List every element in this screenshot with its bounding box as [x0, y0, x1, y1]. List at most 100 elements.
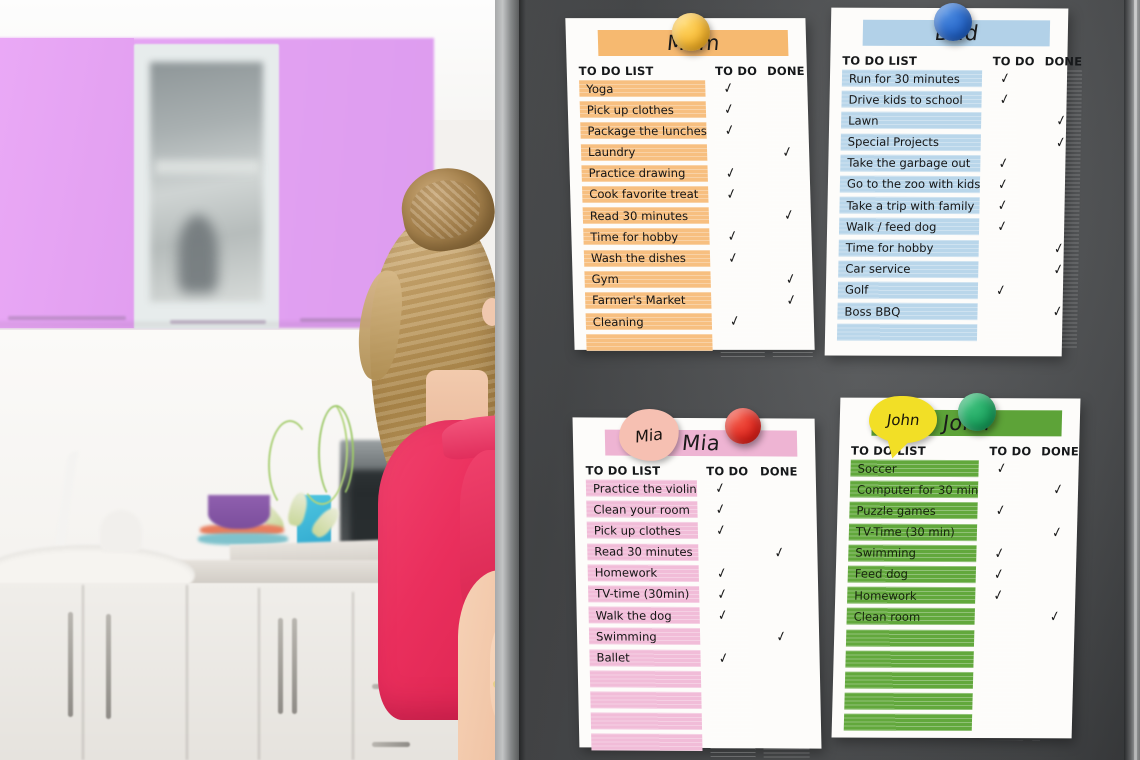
done-column[interactable]: ✓ ✓ ✓ ✓ [765, 80, 813, 360]
task-row[interactable]: Walk / feed dog [838, 217, 980, 236]
checkmark-icon[interactable]: ✓ [997, 175, 1009, 194]
fridge-door-edge-handle[interactable] [495, 0, 519, 760]
checkmark-icon[interactable]: ✓ [714, 500, 727, 519]
task-row[interactable]: Run for 30 minutes [841, 69, 983, 88]
checkmark-icon[interactable]: ✓ [717, 648, 730, 667]
task-row[interactable]: Car service [838, 260, 979, 278]
task-row[interactable]: Pick up clothes [586, 521, 698, 540]
checkmark-icon[interactable]: ✓ [785, 269, 798, 288]
checkmark-icon[interactable]: ✓ [999, 90, 1011, 109]
task-row[interactable]: Feed dog [847, 565, 977, 584]
checkmark-icon[interactable]: ✓ [725, 184, 738, 203]
task-row[interactable] [586, 334, 713, 352]
task-row[interactable]: Walk the dog [588, 606, 700, 625]
checkmark-icon[interactable]: ✓ [996, 459, 1008, 478]
checkmark-icon[interactable]: ✓ [773, 542, 786, 561]
checkmark-icon[interactable]: ✓ [715, 563, 728, 582]
checkmark-icon[interactable]: ✓ [997, 217, 1009, 236]
task-row[interactable]: Pick up clothes [579, 101, 707, 119]
done-column[interactable]: ✓ ✓ [758, 480, 810, 760]
task-row[interactable]: Cleaning [585, 313, 713, 331]
task-row[interactable] [836, 323, 978, 342]
checkmark-icon[interactable]: ✓ [1053, 260, 1065, 279]
checkmark-icon[interactable]: ✓ [723, 121, 736, 140]
task-row[interactable]: Cook favorite treat [582, 185, 709, 203]
task-row[interactable] [844, 692, 973, 711]
task-row[interactable]: Swimming [588, 627, 700, 646]
checkmark-icon[interactable]: ✓ [998, 153, 1010, 172]
task-row[interactable] [591, 733, 703, 752]
task-row[interactable] [843, 713, 973, 732]
checkmark-icon[interactable]: ✓ [785, 290, 798, 309]
checkmark-icon[interactable]: ✓ [729, 312, 742, 331]
task-row[interactable]: Take a trip with family [839, 196, 981, 215]
checkmark-icon[interactable]: ✓ [723, 100, 736, 119]
task-row[interactable]: Practice the violin [585, 479, 697, 498]
task-row[interactable]: Read 30 minutes [582, 207, 710, 225]
task-row[interactable]: TV-Time (30 min) [848, 523, 978, 541]
task-row[interactable]: Soccer [850, 459, 980, 478]
checklist-sheet-mom[interactable]: MomTO DO LISTYogaPick up clothesPackage … [565, 18, 815, 360]
checkmark-icon[interactable]: ✓ [999, 69, 1011, 88]
checkmark-icon[interactable]: ✓ [783, 206, 796, 225]
round-magnet-red-icon[interactable] [725, 408, 761, 444]
checkmark-icon[interactable]: ✓ [994, 543, 1006, 562]
task-row[interactable] [845, 629, 975, 647]
task-row[interactable]: Puzzle games [849, 502, 978, 520]
task-row[interactable] [845, 650, 975, 668]
round-magnet-green-icon[interactable] [958, 393, 996, 431]
checkmark-icon[interactable]: ✓ [995, 501, 1007, 520]
task-row[interactable]: Homework [847, 586, 976, 605]
task-row[interactable]: TV-time (30min) [588, 585, 700, 603]
done-column[interactable]: ✓ ✓ ✓ ✓ ✓ [1037, 70, 1083, 351]
checkmark-icon[interactable]: ✓ [713, 479, 726, 498]
task-row[interactable]: Yoga [579, 80, 706, 98]
task-row[interactable]: Gym [584, 270, 712, 288]
task-row[interactable] [590, 712, 702, 731]
task-row[interactable]: Boss BBQ [837, 302, 979, 321]
checkmark-icon[interactable]: ✓ [725, 163, 738, 182]
done-column[interactable]: ✓ ✓ ✓ [1031, 460, 1079, 740]
checkmark-icon[interactable]: ✓ [1056, 111, 1068, 130]
task-row[interactable] [844, 671, 974, 689]
checkmark-icon[interactable]: ✓ [727, 248, 740, 267]
task-row[interactable]: Homework [587, 564, 699, 582]
task-row[interactable]: Package the lunches [580, 122, 708, 140]
task-row[interactable]: Go to the zoo with kids [839, 175, 981, 194]
task-row[interactable]: Special Projects [840, 133, 982, 151]
checkmark-icon[interactable]: ✓ [993, 586, 1005, 605]
checkmark-icon[interactable]: ✓ [1055, 132, 1067, 151]
task-row[interactable]: Farmer's Market [584, 291, 712, 309]
task-row[interactable]: Time for hobby [838, 239, 980, 257]
task-row[interactable]: Clean room [846, 607, 976, 626]
task-row[interactable]: Swimming [848, 544, 977, 562]
checklist-sheet-john[interactable]: John TO DO LISTSoccer Computer for 30 min P… [831, 397, 1081, 740]
round-magnet-orange-icon[interactable] [672, 13, 710, 51]
task-row[interactable]: Laundry [580, 143, 708, 161]
speech-bubble-note-john[interactable]: John [869, 396, 937, 443]
checkmark-icon[interactable]: ✓ [1049, 607, 1061, 626]
task-row[interactable]: Clean your room [586, 500, 698, 519]
checkmark-icon[interactable]: ✓ [716, 606, 729, 625]
checkmark-icon[interactable]: ✓ [1052, 302, 1064, 321]
task-row[interactable]: Practice drawing [581, 164, 709, 182]
checkmark-icon[interactable]: ✓ [714, 521, 727, 540]
task-row[interactable]: Drive kids to school [841, 90, 983, 109]
checklist-sheet-mia[interactable]: Mia TO DO LIST Practice the violin Clean yo… [572, 417, 822, 760]
todo-column[interactable]: ✓ ✓ ✓ ✓ ✓ [979, 459, 1032, 740]
checkmark-icon[interactable]: ✓ [1051, 522, 1063, 541]
task-row[interactable]: Take the garbage out [840, 154, 981, 172]
checkmark-icon[interactable]: ✓ [995, 281, 1007, 300]
task-row[interactable]: Time for hobby [583, 228, 711, 246]
task-row[interactable]: Computer for 30 min [849, 480, 979, 499]
round-magnet-blue-icon[interactable] [934, 3, 972, 41]
checkmark-icon[interactable]: ✓ [1053, 238, 1065, 257]
task-row[interactable]: Read 30 minutes [587, 543, 699, 561]
checkmark-icon[interactable]: ✓ [716, 585, 729, 604]
checkmark-icon[interactable]: ✓ [997, 196, 1009, 215]
checklist-sheet-dad[interactable]: DadTO DO LISTRun for 30 minutesDrive kid… [824, 7, 1082, 357]
task-row[interactable] [590, 691, 702, 709]
todo-column[interactable]: ✓ ✓ ✓ ✓ ✓ ✓ ✓ ✓ [713, 78, 766, 360]
checkmark-icon[interactable]: ✓ [781, 142, 794, 161]
task-row[interactable]: Wash the dishes [583, 249, 711, 267]
